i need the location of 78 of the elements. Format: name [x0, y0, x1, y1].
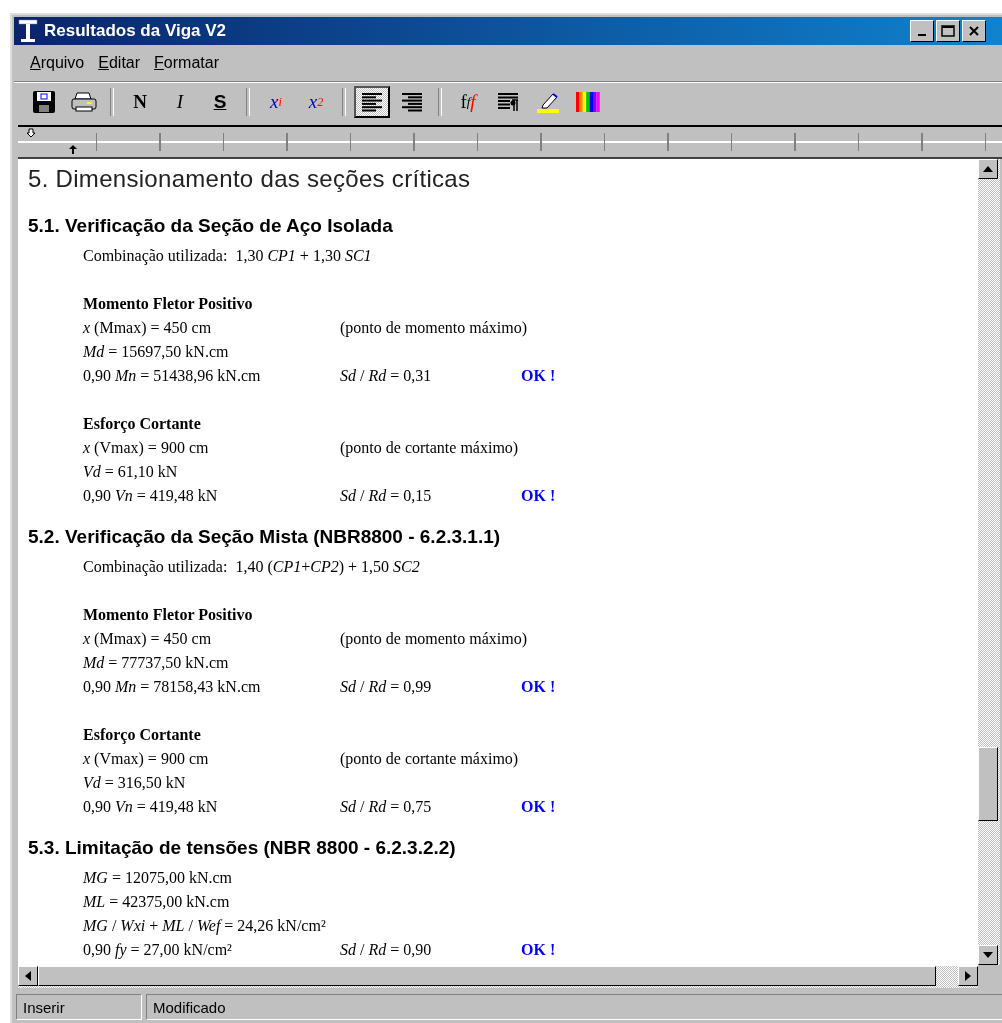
scroll-left-button[interactable]	[18, 966, 38, 986]
ok-status: OK !	[521, 677, 556, 697]
bold-button[interactable]: N	[122, 86, 158, 118]
section-heading: 5.1. Verificação da Seção de Aço Isolada	[28, 215, 393, 236]
scroll-down-button[interactable]	[978, 945, 998, 965]
result-text: Combinação utilizada: 1,40 (CP1+CP2) + 1,50 SC2	[83, 557, 420, 578]
result-text: Md = 77737,50 kN.cm	[83, 653, 229, 673]
maximize-button[interactable]	[936, 20, 960, 42]
result-text: MG / Wxi + ML / Wef = 24,26 kN/cm²	[83, 916, 326, 937]
result-text: 0,90 Vn = 419,48 kN	[83, 487, 218, 504]
align-left-icon	[361, 92, 383, 112]
ok-status: OK !	[521, 940, 556, 960]
result-text: 0,90 Vn = 419,48 kN	[83, 798, 218, 815]
result-text: Combinação utilizada: 1,30 CP1 + 1,30 SC1	[83, 246, 372, 267]
document-title: 5. Dimensionamento das seções críticas	[28, 164, 472, 194]
scroll-thumb[interactable]	[38, 966, 936, 986]
result-text: x (Mmax) = 450 cm	[83, 319, 212, 336]
result-text: Md = 15697,50 kN.cm	[83, 342, 229, 362]
italic-button[interactable]: I	[162, 86, 198, 118]
menu-item[interactable]: Arquivo	[30, 54, 85, 72]
ok-status: OK !	[521, 366, 556, 386]
down-arrow-icon	[983, 952, 993, 958]
menu-item[interactable]: Editar	[98, 54, 141, 72]
left-arrow-icon	[25, 971, 31, 981]
paragraph-icon	[497, 92, 519, 112]
result-note: (ponto de momento máximo)	[340, 319, 528, 336]
subsection-heading: Momento Fletor Positivo	[83, 295, 253, 312]
result-text: ML = 42375,00 kN.cm	[83, 892, 230, 912]
close-icon	[968, 25, 980, 37]
document-page[interactable]	[18, 159, 978, 965]
align-right-icon	[401, 92, 423, 112]
scroll-right-button[interactable]	[958, 966, 978, 986]
result-text: x (Vmax) = 900 cm	[83, 750, 209, 767]
result-text: Vd = 316,50 kN	[83, 773, 186, 793]
right-arrow-icon	[965, 971, 971, 981]
ok-status: OK !	[521, 486, 556, 506]
i-beam-icon	[18, 19, 38, 43]
minimize-button[interactable]	[910, 20, 934, 42]
result-text: 0,90 Mn = 78158,43 kN.cm	[83, 678, 261, 695]
result-note: Sd / Rd = 0,75	[340, 798, 432, 815]
result-note: Sd / Rd = 0,31	[340, 367, 432, 384]
highlighter-icon	[535, 91, 561, 113]
maximize-icon	[941, 25, 955, 37]
strike-button[interactable]: S	[202, 86, 238, 118]
scroll-up-button[interactable]	[978, 159, 998, 179]
section-heading: 5.3. Limitação de tensões (NBR 8800 - 6.2.3.2.2)	[28, 837, 456, 858]
close-button[interactable]	[962, 20, 986, 42]
status-pane: Modificado	[146, 994, 1002, 1020]
menu-item[interactable]: Formatar	[154, 54, 219, 72]
result-text: x (Mmax) = 450 cm	[83, 630, 212, 647]
subsection-heading: Esforço Cortante	[83, 726, 201, 743]
result-note: Sd / Rd = 0,99	[340, 678, 432, 695]
section-heading: 5.2. Verificação da Seção Mista (NBR8800 - 6.2.3.1.1)	[28, 526, 501, 547]
result-note: (ponto de momento máximo)	[340, 630, 528, 647]
up-arrow-icon	[983, 166, 993, 172]
window-title: Resultados da Viga V2	[44, 21, 228, 41]
align-left-button[interactable]	[354, 86, 390, 118]
result-text: MG = 12075,00 kN.cm	[83, 868, 232, 888]
horizontal-scrollbar[interactable]	[18, 965, 978, 988]
result-text: 0,90 Mn = 51438,96 kN.cm	[83, 367, 261, 384]
ok-status: OK !	[521, 797, 556, 817]
result-note: (ponto de cortante máximo)	[340, 439, 519, 456]
color-bars-icon	[575, 91, 601, 113]
result-text: Vd = 61,10 kN	[83, 462, 178, 482]
minimize-icon	[918, 34, 926, 36]
result-note: (ponto de cortante máximo)	[340, 750, 519, 767]
result-note: Sd / Rd = 0,15	[340, 487, 432, 504]
vertical-scrollbar[interactable]	[978, 159, 1000, 965]
result-text: 0,90 fy = 27,00 kN/cm²	[83, 941, 232, 958]
result-note: Sd / Rd = 0,90	[340, 941, 432, 958]
status-pane: Inserir	[16, 994, 142, 1020]
subsection-heading: Momento Fletor Positivo	[83, 606, 253, 623]
scroll-thumb[interactable]	[978, 747, 998, 821]
left-indent-marker[interactable]	[68, 144, 78, 154]
printer-icon	[71, 91, 97, 113]
first-line-indent-marker[interactable]	[26, 128, 36, 138]
subsection-heading: Esforço Cortante	[83, 415, 201, 432]
result-text: x (Vmax) = 900 cm	[83, 439, 209, 456]
